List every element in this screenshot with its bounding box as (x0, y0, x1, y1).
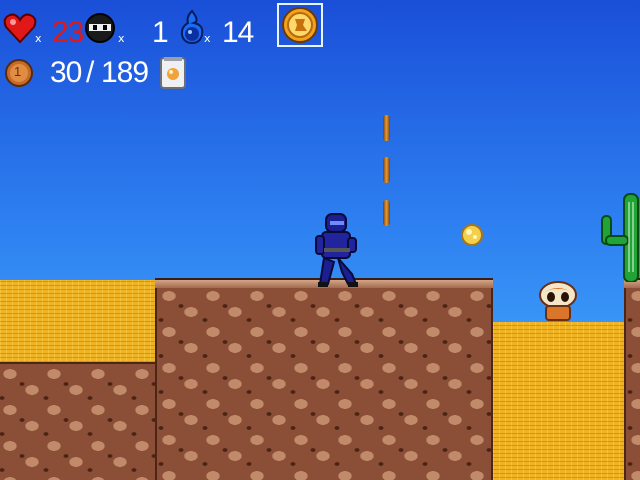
bronze-coin-label: 1 (14, 64, 22, 79)
ninja-player (315, 213, 358, 287)
spirit-count: 14 (222, 16, 254, 49)
lives-count: 23 (52, 16, 84, 49)
coin-edge-3 (383, 200, 390, 226)
ninja-head-icon (85, 13, 115, 43)
game-scene: x 23 x 1 x 14 1 30 / 189 (0, 0, 640, 480)
coins-collected: 30 (50, 56, 82, 89)
coin-edge-1 (383, 115, 390, 141)
blue-flame-icon (180, 9, 204, 45)
rock-ground-left (0, 362, 160, 480)
selected-item-frame[interactable] (277, 3, 323, 47)
spirit-x: x (204, 32, 211, 45)
cactus (601, 193, 639, 282)
heart-icon (3, 13, 37, 44)
coins-total: 189 (101, 56, 149, 89)
scroll-bag-icon (160, 57, 186, 89)
ninja-x: x (118, 32, 125, 45)
sand-pit (493, 322, 625, 480)
gold-coin-item-icon (282, 7, 318, 43)
sand-ledge-left (0, 280, 158, 362)
ninja-count: 1 (152, 16, 169, 49)
coin-edge-2 (383, 157, 390, 183)
lives-x: x (35, 32, 42, 45)
sparkle-coin (461, 224, 483, 246)
rock-plateau (155, 284, 493, 480)
rock-pillar-right (624, 284, 640, 480)
mushroom-enemy (539, 281, 577, 321)
coins-separator: / (86, 56, 94, 89)
